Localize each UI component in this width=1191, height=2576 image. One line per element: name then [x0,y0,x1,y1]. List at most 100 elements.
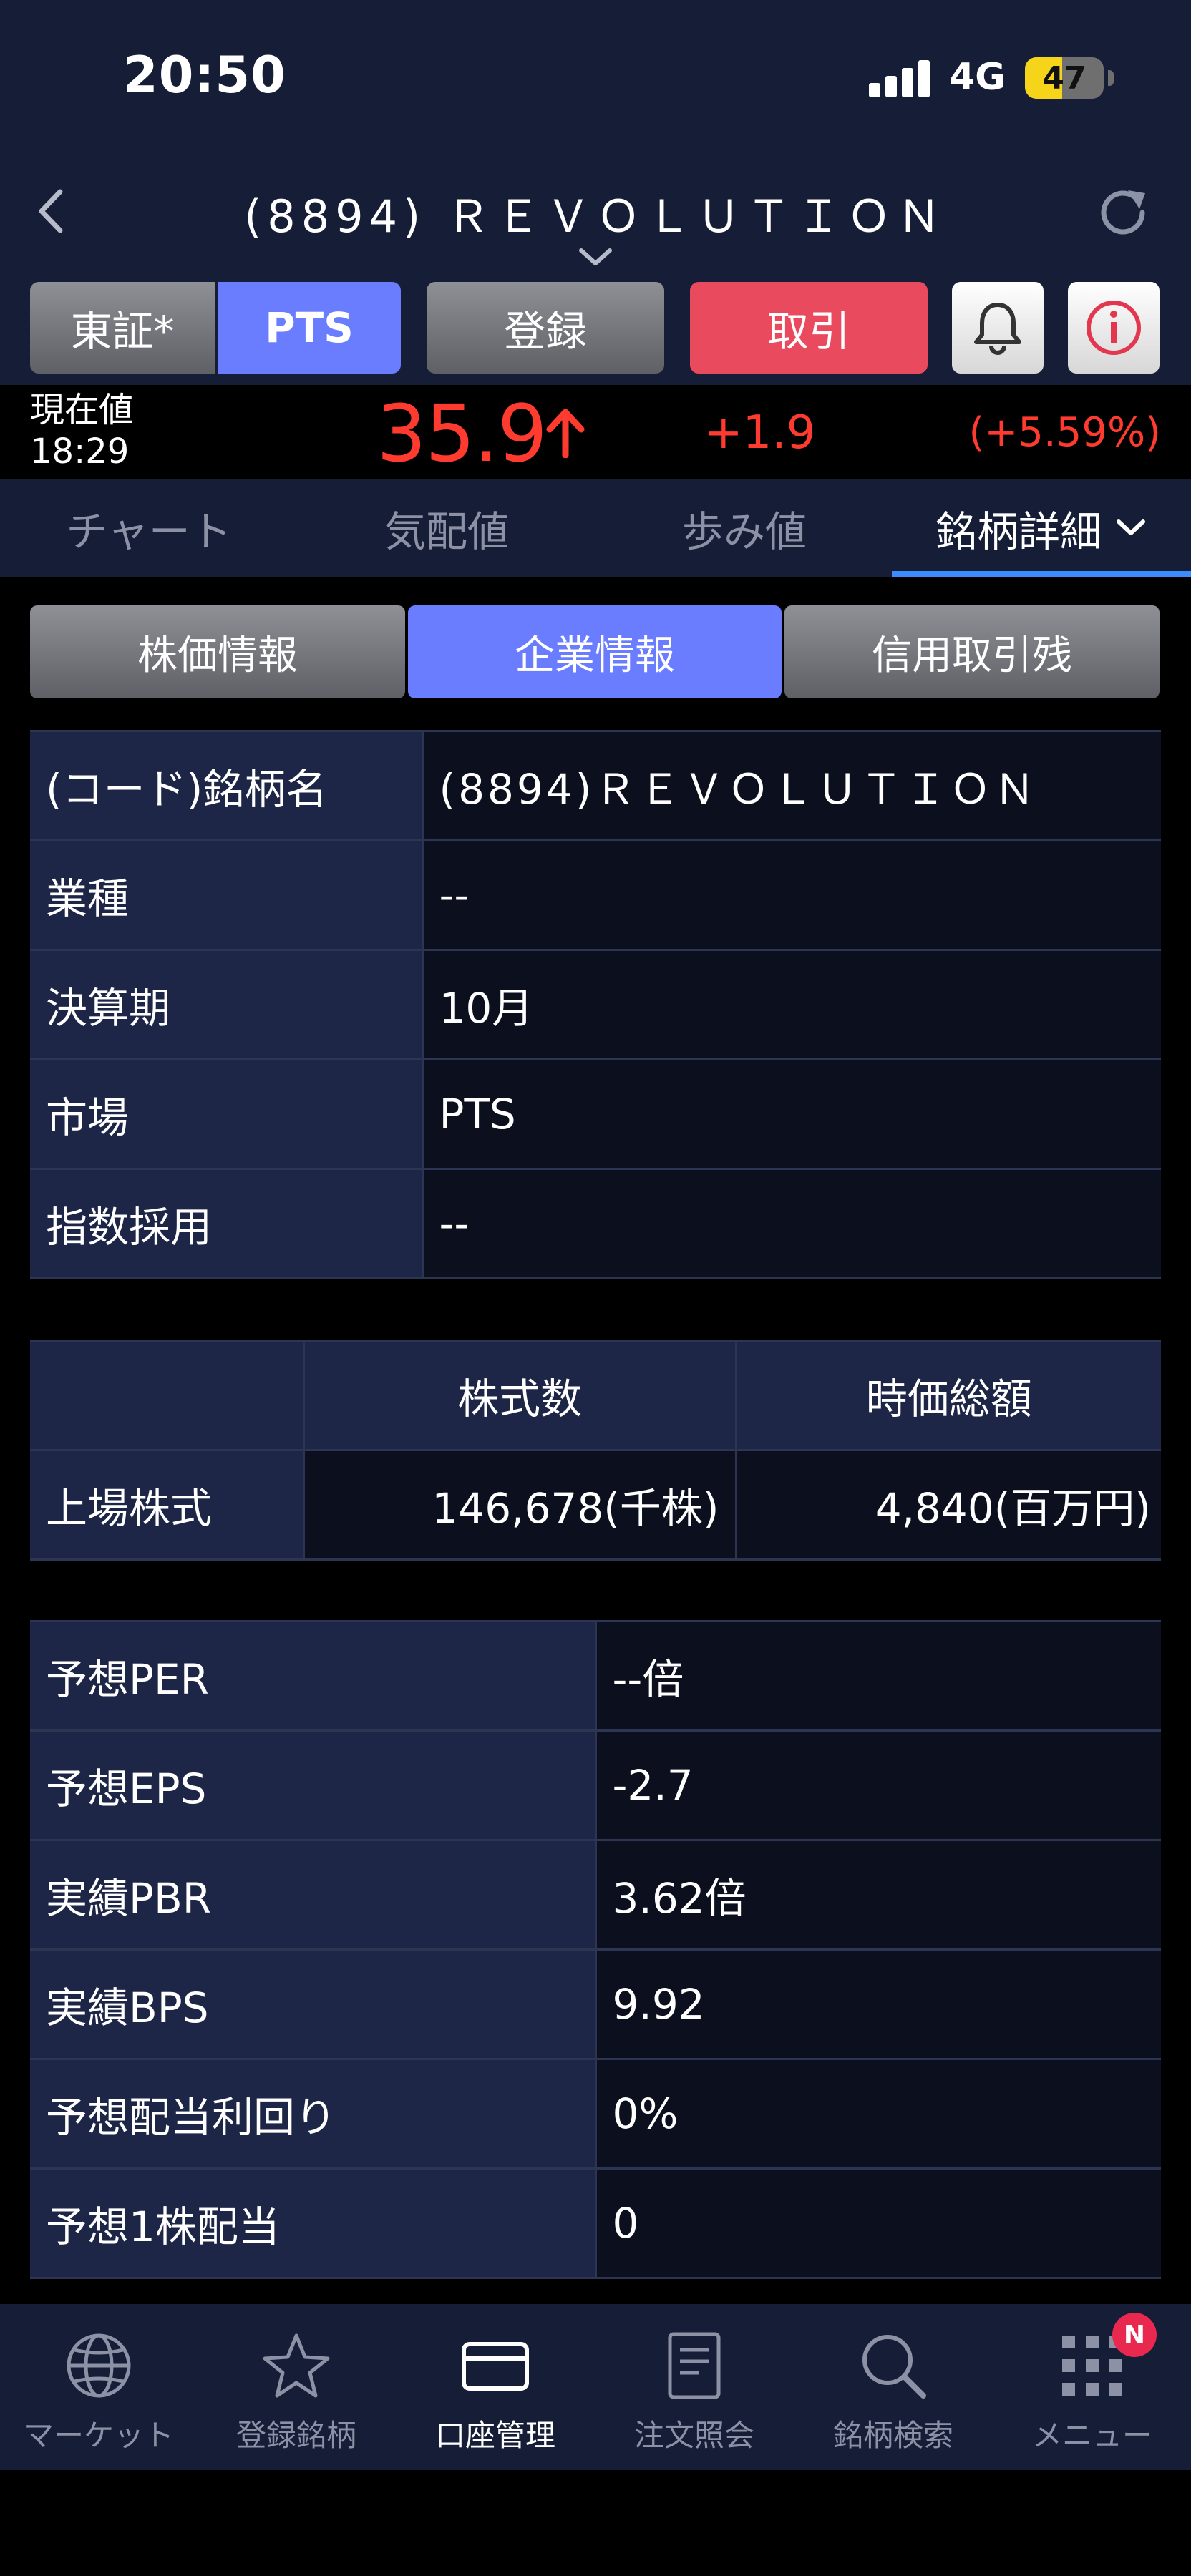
market-cap-value: 4,840(百万円) [736,1449,1161,1561]
nav-search[interactable]: 銘柄検索 [794,2304,992,2470]
quote-bar: 現在値 18:29 35.9 +1.9 (+5.59%) [0,385,1191,479]
metrics-table: 予想PER --倍 予想EPS -2.7 実績PBR 3.62倍 実績BPS 9… [30,1620,1161,2279]
nav-label: 銘柄検索 [832,2418,953,2453]
chevron-down-icon[interactable] [577,245,614,269]
shares-table: 株式数 時価総額 上場株式 146,678(千株) 4,840(百万円) [30,1340,1161,1561]
row-key: 決算期 [30,949,424,1060]
table-row: 業種 -- [30,839,1161,951]
bell-icon [974,303,1021,355]
table-row: 決算期 10月 [30,949,1161,1060]
table-header-row: 株式数 時価総額 [30,1340,1161,1451]
row-value: -- [422,839,1161,951]
row-key: 市場 [30,1058,424,1170]
row-key: 業種 [30,839,424,951]
nav-label: メニュー [1031,2418,1152,2453]
globe-icon [67,2333,131,2398]
quote-label: 現在値 [30,390,134,430]
listed-shares-value: 146,678(千株) [303,1449,737,1561]
trade-button[interactable]: 取引 [690,282,928,374]
row-value: 0 [596,2167,1161,2279]
market-tse-button[interactable]: 東証* [30,282,215,374]
row-value: 0% [596,2058,1161,2170]
table-row: 指数採用 -- [30,1168,1161,1279]
nav-label: 登録銘柄 [235,2418,356,2453]
nav-label: マーケット [23,2418,174,2453]
row-key: 予想PER [30,1620,597,1732]
search-icon [862,2335,926,2399]
row-value: 9.92 [596,1948,1161,2060]
status-time: 20:50 [123,46,286,104]
nav-label: 口座管理 [434,2418,555,2453]
detail-tabs: チャート 気配値 歩み値 銘柄詳細 [0,479,1191,577]
table-row: 上場株式 146,678(千株) 4,840(百万円) [30,1449,1161,1561]
status-bar: 20:50 4G 47 [0,0,1191,143]
table-row: 市場 PTS [30,1058,1161,1170]
refresh-icon[interactable] [1091,180,1155,245]
price-up-arrow-icon [546,409,585,458]
nav-menu[interactable]: メニュー [993,2304,1191,2470]
header-empty [30,1340,305,1451]
table-row: 予想EPS -2.7 [30,1729,1161,1841]
row-value: (8894)ＲＥＶＯＬＵＴＩＯＮ [422,730,1161,841]
header-shares: 株式数 [303,1340,737,1451]
row-key: 予想EPS [30,1729,597,1841]
battery-level: 47 [1042,60,1087,97]
table-row: (コード)銘柄名 (8894)ＲＥＶＯＬＵＴＩＯＮ [30,730,1161,841]
row-key: (コード)銘柄名 [30,730,424,841]
header-market-cap: 時価総額 [736,1340,1161,1451]
row-key: 予想配当利回り [30,2058,597,2170]
menu-notification-badge: N [1112,2313,1157,2357]
price-change: +1.9 [704,406,816,459]
row-value: 10月 [422,949,1161,1060]
document-icon [668,2332,721,2399]
cellular-signal-icon [869,60,930,97]
segment-margin-balance[interactable]: 信用取引残 [784,605,1160,698]
row-key: 実績BPS [30,1948,597,2060]
current-price-label: 現在値 18:29 [30,389,133,472]
row-key: 指数採用 [30,1168,424,1279]
table-row: 実績PBR 3.62倍 [30,1839,1161,1951]
quote-time: 18:29 [30,431,130,472]
row-key: 実績PBR [30,1839,597,1951]
home-indicator-area [0,2470,1191,2576]
tab-chart[interactable]: チャート [0,479,298,577]
register-button[interactable]: 登録 [427,282,664,374]
table-row: 予想1株配当 0 [30,2167,1161,2279]
battery-icon: 47 [1025,57,1104,99]
table-row: 予想配当利回り 0% [30,2058,1161,2170]
star-icon [263,2333,330,2398]
tab-stock-details[interactable]: 銘柄詳細 [892,479,1191,577]
row-value: -- [422,1168,1161,1279]
alert-button[interactable] [952,282,1044,374]
card-icon [462,2342,529,2391]
tab-quotes[interactable]: 気配値 [298,479,596,577]
row-key: 上場株式 [30,1449,305,1561]
price-change-percent: (+5.59%) [968,409,1161,456]
info-icon [1087,301,1141,355]
page-title[interactable]: (8894) ＲＥＶＯＬＵＴＩＯＮ [0,180,1191,245]
network-type: 4G [949,56,1006,99]
bottom-nav: マーケット 登録銘柄 口座管理 注文照会 銘柄検索 メニュー [0,2304,1191,2470]
nav-watchlist[interactable]: 登録銘柄 [198,2304,395,2470]
nav-market[interactable]: マーケット [0,2304,198,2470]
row-value: --倍 [596,1620,1161,1732]
tab-tick[interactable]: 歩み値 [596,479,893,577]
info-button[interactable] [1068,282,1160,374]
action-bar: 東証* PTS 登録 取引 [0,278,1191,385]
tab-stock-details-label: 銘柄詳細 [935,507,1102,556]
current-price: 35.9 [376,388,548,479]
segment-price-info[interactable]: 株価情報 [30,605,405,698]
row-value: PTS [422,1058,1161,1170]
row-value: -2.7 [596,1729,1161,1841]
market-pts-button[interactable]: PTS [218,282,401,374]
nav-account[interactable]: 口座管理 [397,2304,594,2470]
content-area: 株価情報 企業情報 信用取引残 (コード)銘柄名 (8894)ＲＥＶＯＬＵＴＩＯ… [0,577,1191,2304]
battery-tip [1108,70,1114,86]
active-tab-indicator [892,571,1191,577]
nav-header: (8894) ＲＥＶＯＬＵＴＩＯＮ [0,143,1191,278]
segment-company-info[interactable]: 企業情報 [408,605,782,698]
nav-orders[interactable]: 注文照会 [596,2304,793,2470]
nav-label: 注文照会 [633,2418,754,2453]
table-row: 予想PER --倍 [30,1620,1161,1732]
table-row: 実績BPS 9.92 [30,1948,1161,2060]
